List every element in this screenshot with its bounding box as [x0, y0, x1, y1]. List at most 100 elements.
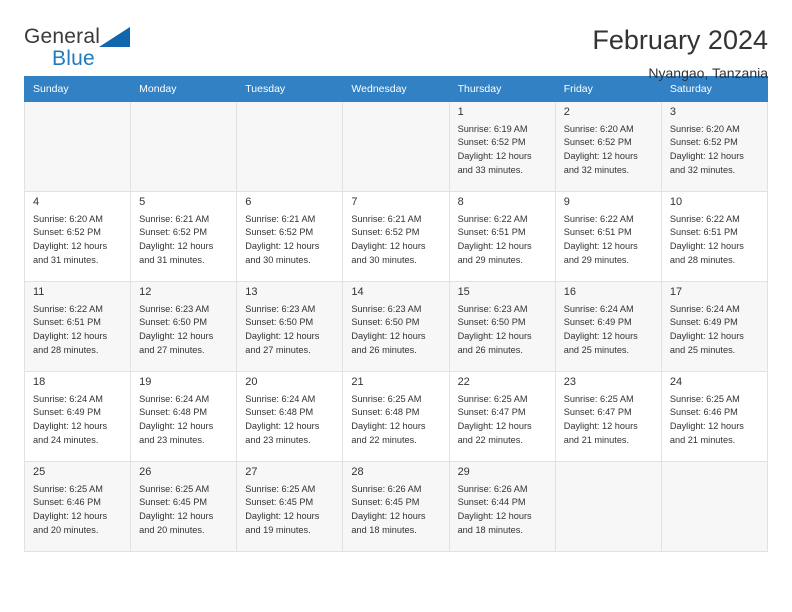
- day-number: 8: [457, 196, 464, 208]
- sun-times-text: [237, 108, 342, 109]
- calendar-day-cell[interactable]: 16 Sunrise: 6:24 AM Sunset: 6:49 PM Dayli…: [554, 281, 662, 372]
- sun-times-text: Sunrise: 6:25 AM Sunset: 6:47 PM Dayligh…: [457, 393, 532, 445]
- calendar-day-cell[interactable]: 27 Sunrise: 6:25 AM Sunset: 6:45 PM Dayli…: [236, 461, 344, 552]
- day-number: 15: [457, 286, 470, 298]
- day-cell-content: 8 Sunrise: 6:22 AM Sunset: 6:51 PM Daylig…: [450, 192, 555, 281]
- calendar-day-cell[interactable]: 14 Sunrise: 6:23 AM Sunset: 6:50 PM Dayli…: [342, 281, 450, 372]
- sun-times-text: Sunrise: 6:21 AM Sunset: 6:52 PM Dayligh…: [351, 213, 426, 265]
- calendar-day-cell[interactable]: 8 Sunrise: 6:22 AM Sunset: 6:51 PM Daylig…: [448, 191, 556, 282]
- calendar-cell-empty: [236, 101, 344, 192]
- sun-times-text: Sunrise: 6:20 AM Sunset: 6:52 PM Dayligh…: [33, 213, 108, 265]
- calendar-day-cell[interactable]: 24 Sunrise: 6:25 AM Sunset: 6:46 PM Dayli…: [660, 371, 769, 462]
- day-cell-content: 18 Sunrise: 6:24 AM Sunset: 6:49 PM Dayli…: [25, 372, 130, 461]
- day-number: 1: [457, 106, 464, 118]
- sun-times-text: Sunrise: 6:19 AM Sunset: 6:52 PM Dayligh…: [457, 123, 532, 175]
- calendar-day-cell[interactable]: 7 Sunrise: 6:21 AM Sunset: 6:52 PM Daylig…: [342, 191, 450, 282]
- weekday-header-thursday: Thursday: [448, 76, 556, 102]
- sun-times-text: Sunrise: 6:25 AM Sunset: 6:47 PM Dayligh…: [563, 393, 638, 445]
- calendar-week-row: 25 Sunrise: 6:25 AM Sunset: 6:46 PM Dayli…: [23, 461, 769, 552]
- sun-times-text: [556, 468, 661, 469]
- calendar-day-cell[interactable]: 17 Sunrise: 6:24 AM Sunset: 6:49 PM Dayli…: [660, 281, 769, 372]
- sun-times-text: Sunrise: 6:25 AM Sunset: 6:46 PM Dayligh…: [33, 483, 108, 535]
- day-number: 18: [33, 376, 46, 388]
- calendar-day-cell[interactable]: 4 Sunrise: 6:20 AM Sunset: 6:52 PM Daylig…: [23, 191, 132, 282]
- day-number: 2: [563, 106, 570, 118]
- calendar-day-cell[interactable]: 12 Sunrise: 6:23 AM Sunset: 6:50 PM Dayli…: [130, 281, 238, 372]
- sun-times-text: Sunrise: 6:23 AM Sunset: 6:50 PM Dayligh…: [139, 303, 214, 355]
- day-number: 3: [669, 106, 676, 118]
- day-cell-content: 27 Sunrise: 6:25 AM Sunset: 6:45 PM Dayli…: [237, 462, 342, 551]
- calendar-day-cell[interactable]: 9 Sunrise: 6:22 AM Sunset: 6:51 PM Daylig…: [554, 191, 662, 282]
- sun-times-text: Sunrise: 6:23 AM Sunset: 6:50 PM Dayligh…: [457, 303, 532, 355]
- sun-times-text: Sunrise: 6:22 AM Sunset: 6:51 PM Dayligh…: [457, 213, 532, 265]
- calendar-day-cell[interactable]: 2 Sunrise: 6:20 AM Sunset: 6:52 PM Daylig…: [554, 101, 662, 192]
- day-cell-content: 25 Sunrise: 6:25 AM Sunset: 6:46 PM Dayli…: [25, 462, 130, 551]
- calendar-page: General Blue February 2024 Nyangao, Tanz…: [0, 0, 792, 612]
- calendar-day-cell[interactable]: 28 Sunrise: 6:26 AM Sunset: 6:45 PM Dayli…: [342, 461, 450, 552]
- calendar-day-cell[interactable]: 5 Sunrise: 6:21 AM Sunset: 6:52 PM Daylig…: [130, 191, 238, 282]
- calendar-day-cell[interactable]: 1 Sunrise: 6:19 AM Sunset: 6:52 PM Daylig…: [448, 101, 556, 192]
- day-cell-content: [131, 102, 236, 191]
- calendar-body: 1 Sunrise: 6:19 AM Sunset: 6:52 PM Daylig…: [23, 101, 769, 552]
- day-number: 11: [33, 286, 45, 298]
- calendar-day-cell[interactable]: 15 Sunrise: 6:23 AM Sunset: 6:50 PM Dayli…: [448, 281, 556, 372]
- sun-times-text: Sunrise: 6:20 AM Sunset: 6:52 PM Dayligh…: [563, 123, 638, 175]
- sun-times-text: Sunrise: 6:26 AM Sunset: 6:44 PM Dayligh…: [457, 483, 532, 535]
- sun-times-text: Sunrise: 6:26 AM Sunset: 6:45 PM Dayligh…: [351, 483, 426, 535]
- day-cell-content: 4 Sunrise: 6:20 AM Sunset: 6:52 PM Daylig…: [25, 192, 130, 281]
- calendar-day-cell[interactable]: 11 Sunrise: 6:22 AM Sunset: 6:51 PM Dayli…: [23, 281, 132, 372]
- calendar-day-cell[interactable]: 6 Sunrise: 6:21 AM Sunset: 6:52 PM Daylig…: [236, 191, 344, 282]
- day-cell-content: 23 Sunrise: 6:25 AM Sunset: 6:47 PM Dayli…: [556, 372, 661, 461]
- day-cell-content: 15 Sunrise: 6:23 AM Sunset: 6:50 PM Dayli…: [450, 282, 555, 371]
- day-number: 23: [563, 376, 576, 388]
- sun-times-text: Sunrise: 6:25 AM Sunset: 6:45 PM Dayligh…: [245, 483, 320, 535]
- calendar-day-cell[interactable]: 19 Sunrise: 6:24 AM Sunset: 6:48 PM Dayli…: [130, 371, 238, 462]
- day-number: 9: [563, 196, 570, 208]
- day-number: 19: [139, 376, 152, 388]
- calendar-day-cell[interactable]: 26 Sunrise: 6:25 AM Sunset: 6:45 PM Dayli…: [130, 461, 238, 552]
- calendar-day-cell[interactable]: 10 Sunrise: 6:22 AM Sunset: 6:51 PM Dayli…: [660, 191, 769, 282]
- day-cell-content: 10 Sunrise: 6:22 AM Sunset: 6:51 PM Dayli…: [662, 192, 767, 281]
- day-cell-content: 17 Sunrise: 6:24 AM Sunset: 6:49 PM Dayli…: [662, 282, 767, 371]
- logo-text-blue: Blue: [52, 47, 95, 70]
- calendar-day-cell[interactable]: 22 Sunrise: 6:25 AM Sunset: 6:47 PM Dayli…: [448, 371, 556, 462]
- sun-times-text: [343, 108, 448, 109]
- day-cell-content: 22 Sunrise: 6:25 AM Sunset: 6:47 PM Dayli…: [450, 372, 555, 461]
- sun-times-text: Sunrise: 6:20 AM Sunset: 6:52 PM Dayligh…: [669, 123, 744, 175]
- calendar-day-cell[interactable]: 23 Sunrise: 6:25 AM Sunset: 6:47 PM Dayli…: [554, 371, 662, 462]
- calendar-day-cell[interactable]: 13 Sunrise: 6:23 AM Sunset: 6:50 PM Dayli…: [236, 281, 344, 372]
- calendar-day-cell[interactable]: 21 Sunrise: 6:25 AM Sunset: 6:48 PM Dayli…: [342, 371, 450, 462]
- day-cell-content: 2 Sunrise: 6:20 AM Sunset: 6:52 PM Daylig…: [556, 102, 661, 191]
- sun-times-text: Sunrise: 6:24 AM Sunset: 6:49 PM Dayligh…: [33, 393, 108, 445]
- sun-times-text: Sunrise: 6:24 AM Sunset: 6:49 PM Dayligh…: [563, 303, 638, 355]
- sun-times-text: Sunrise: 6:25 AM Sunset: 6:46 PM Dayligh…: [669, 393, 744, 445]
- day-cell-content: 5 Sunrise: 6:21 AM Sunset: 6:52 PM Daylig…: [131, 192, 236, 281]
- weekday-header-wednesday: Wednesday: [342, 76, 450, 102]
- day-number: 14: [351, 286, 364, 298]
- day-cell-content: 13 Sunrise: 6:23 AM Sunset: 6:50 PM Dayli…: [237, 282, 342, 371]
- sun-times-text: Sunrise: 6:23 AM Sunset: 6:50 PM Dayligh…: [351, 303, 426, 355]
- sun-times-text: Sunrise: 6:22 AM Sunset: 6:51 PM Dayligh…: [563, 213, 638, 265]
- calendar-week-row: 4 Sunrise: 6:20 AM Sunset: 6:52 PM Daylig…: [23, 191, 769, 282]
- sun-times-text: [131, 108, 236, 109]
- day-number: 27: [245, 466, 258, 478]
- day-cell-content: 16 Sunrise: 6:24 AM Sunset: 6:49 PM Dayli…: [556, 282, 661, 371]
- calendar-day-cell[interactable]: 25 Sunrise: 6:25 AM Sunset: 6:46 PM Dayli…: [23, 461, 132, 552]
- calendar-day-cell[interactable]: 18 Sunrise: 6:24 AM Sunset: 6:49 PM Dayli…: [23, 371, 132, 462]
- general-blue-logo[interactable]: General Blue: [24, 26, 144, 72]
- calendar-day-cell[interactable]: 3 Sunrise: 6:20 AM Sunset: 6:52 PM Daylig…: [660, 101, 769, 192]
- day-cell-content: [662, 462, 767, 551]
- day-cell-content: 6 Sunrise: 6:21 AM Sunset: 6:52 PM Daylig…: [237, 192, 342, 281]
- day-number: 20: [245, 376, 258, 388]
- location-subtitle: Nyangao, Tanzania: [648, 64, 768, 81]
- day-number: 26: [139, 466, 152, 478]
- sun-times-text: Sunrise: 6:21 AM Sunset: 6:52 PM Dayligh…: [139, 213, 214, 265]
- calendar-day-cell[interactable]: 29 Sunrise: 6:26 AM Sunset: 6:44 PM Dayli…: [448, 461, 556, 552]
- day-cell-content: 1 Sunrise: 6:19 AM Sunset: 6:52 PM Daylig…: [450, 102, 555, 191]
- sun-times-text: [25, 108, 130, 109]
- calendar-day-cell[interactable]: 20 Sunrise: 6:24 AM Sunset: 6:48 PM Dayli…: [236, 371, 344, 462]
- day-number: 17: [669, 286, 683, 298]
- day-number: 5: [139, 196, 146, 208]
- day-cell-content: 20 Sunrise: 6:24 AM Sunset: 6:48 PM Dayli…: [237, 372, 342, 461]
- day-cell-content: 11 Sunrise: 6:22 AM Sunset: 6:51 PM Dayli…: [25, 282, 130, 371]
